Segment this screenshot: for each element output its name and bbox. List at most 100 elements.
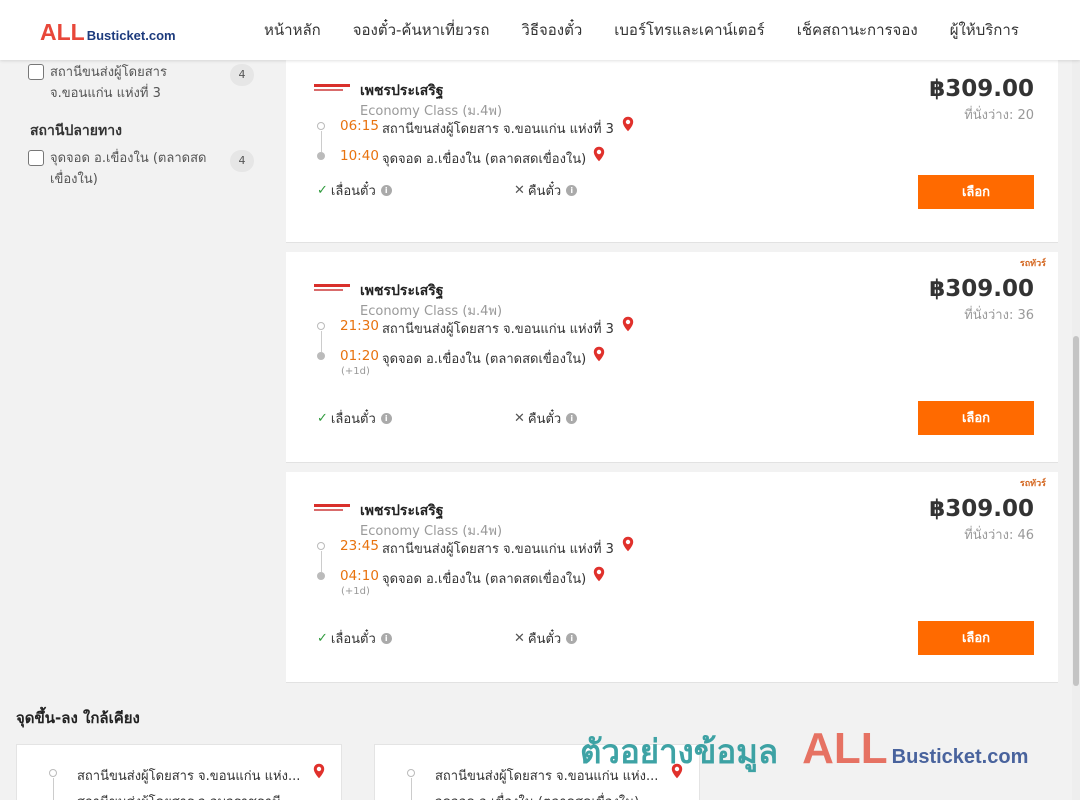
operator-logo (314, 84, 350, 94)
arrive-time: 04:10 (340, 568, 379, 584)
nearby-from: สถานีขนส่งผู้โดยสาร จ.ขอนแก่น แห่ง... (77, 769, 301, 784)
refund-ticket-policy: ✕ คืนตั๋ว i (514, 408, 578, 429)
timeline-end-dot (317, 572, 325, 580)
map-pin-icon[interactable] (622, 316, 634, 332)
trip-price: ฿309.00 (929, 276, 1034, 302)
filter-destination-item[interactable]: จุดจอด อ.เขื่องใน (ตลาดสดเขื่องใน) 4 (28, 148, 254, 190)
nearby-card[interactable]: สถานีขนส่งผู้โดยสาร จ.ขอนแก่น แห่ง... สถ… (16, 744, 342, 800)
nav-check-status[interactable]: เช็คสถานะการจอง (797, 18, 918, 42)
select-trip-button[interactable]: เลือก (918, 175, 1034, 209)
scrollbar-thumb[interactable] (1073, 336, 1079, 686)
site-logo[interactable]: ALL Busticket.com (40, 19, 176, 45)
timeline-line (411, 778, 412, 800)
seats-available: ที่นั่งว่าง: 20 (964, 108, 1034, 123)
watermark-logo-busticket: Busticket.com (891, 746, 1029, 768)
origin-checkbox[interactable] (28, 64, 44, 80)
change-ticket-label: เลื่อนตั๋ว (330, 632, 376, 647)
arrive-time: 01:20 (340, 348, 379, 364)
filter-origin-item[interactable]: สถานีขนส่งผู้โดยสาร จ.ขอนแก่น แห่งที่ 3 … (28, 62, 254, 104)
cross-icon: ✕ (514, 631, 525, 646)
timeline-end-dot (317, 152, 325, 160)
cross-icon: ✕ (514, 411, 525, 426)
depart-place: สถานีขนส่งผู้โดยสาร จ.ขอนแก่น แห่งที่ 3 (382, 542, 614, 557)
arrive-time: 10:40 (340, 148, 379, 164)
change-ticket-policy: ✓ เลื่อนตั๋ว i (317, 628, 392, 649)
next-day-label: (+1d) (341, 366, 370, 377)
timeline-line (53, 778, 54, 800)
destination-filter-title: สถานีปลายทาง (30, 123, 122, 139)
check-icon: ✓ (317, 631, 328, 646)
trip-card: เพชรประเสริฐ Economy Class (ม.4พ) รถทัวร์฿… (286, 472, 1058, 683)
trip-price: ฿309.00 (929, 76, 1034, 102)
refund-ticket-label: คืนตั๋ว (527, 184, 562, 199)
timeline-line (321, 551, 322, 572)
nav-book-search[interactable]: จองตั๋ว-ค้นหาเที่ยวรถ (353, 18, 490, 42)
map-pin-icon[interactable] (313, 763, 325, 779)
logo-busticket: Busticket.com (86, 28, 176, 43)
timeline-start-dot (49, 769, 57, 777)
destination-filter-label: จุดจอด อ.เขื่องใน (ตลาดสดเขื่องใน) (50, 151, 207, 187)
main-nav: หน้าหลัก จองตั๋ว-ค้นหาเที่ยวรถ วิธีจองตั… (248, 0, 1035, 60)
vip-tag: รถทัวร์ (1019, 479, 1046, 489)
timeline-end-dot (317, 352, 325, 360)
arrive-place: จุดจอด อ.เขื่องใน (ตลาดสดเขื่องใน) (382, 352, 587, 367)
nav-providers[interactable]: ผู้ให้บริการ (950, 18, 1019, 42)
change-ticket-policy: ✓ เลื่อนตั๋ว i (317, 180, 392, 201)
depart-time: 21:30 (340, 318, 379, 334)
nearby-title: จุดขึ้น-ลง ใกล้เคียง (16, 709, 140, 727)
seats-available: ที่นั่งว่าง: 36 (964, 308, 1034, 323)
info-icon[interactable]: i (566, 185, 578, 196)
timeline-line (321, 331, 322, 352)
watermark-logo-all: ALL (802, 724, 888, 773)
info-icon[interactable]: i (566, 633, 578, 644)
check-icon: ✓ (317, 183, 328, 198)
timeline-line (321, 131, 322, 152)
depart-time: 23:45 (340, 538, 379, 554)
nav-home[interactable]: หน้าหลัก (264, 18, 321, 42)
trip-price: ฿309.00 (929, 496, 1034, 522)
change-ticket-label: เลื่อนตั๋ว (330, 184, 376, 199)
trip-card: เพชรประเสริฐ Economy Class (ม.4พ) รถทัวร์฿… (286, 252, 1058, 463)
top-header: ALL Busticket.com หน้าหลัก จองตั๋ว-ค้นหา… (0, 0, 1080, 60)
change-ticket-label: เลื่อนตั๋ว (330, 412, 376, 427)
arrive-place: จุดจอด อ.เขื่องใน (ตลาดสดเขื่องใน) (382, 152, 587, 167)
map-pin-icon[interactable] (593, 146, 605, 162)
operator-name: เพชรประเสริฐ (360, 83, 444, 99)
operator-name: เพชรประเสริฐ (360, 283, 444, 299)
nearby-to: จุดจอด อ.เขื่องใน (ตลาดสดเขื่องใน) (435, 791, 639, 800)
refund-ticket-label: คืนตั๋ว (527, 632, 562, 647)
map-pin-icon[interactable] (593, 346, 605, 362)
nearby-to: สถานีขนส่งผู้โดยสาร จ.อุบลราชธานี (77, 791, 281, 800)
nav-phone-counters[interactable]: เบอร์โทรและเคาน์เตอร์ (614, 18, 764, 42)
operator-logo (314, 504, 350, 514)
timeline-start-dot (317, 122, 325, 130)
check-icon: ✓ (317, 411, 328, 426)
info-icon[interactable]: i (380, 413, 392, 424)
operator-name: เพชรประเสริฐ (360, 503, 444, 519)
info-icon[interactable]: i (380, 185, 392, 196)
refund-ticket-policy: ✕ คืนตั๋ว i (514, 628, 578, 649)
info-icon[interactable]: i (380, 633, 392, 644)
logo-all: ALL (40, 19, 85, 45)
cross-icon: ✕ (514, 183, 525, 198)
timeline-start-dot (317, 322, 325, 330)
map-pin-icon[interactable] (671, 763, 683, 779)
trip-card: เพชรประเสริฐ Economy Class (ม.4พ) ฿309.00 ท… (286, 58, 1058, 243)
timeline-start-dot (407, 769, 415, 777)
nav-how-to-book[interactable]: วิธีจองตั๋ว (521, 18, 582, 42)
select-trip-button[interactable]: เลือก (918, 621, 1034, 655)
map-pin-icon[interactable] (622, 116, 634, 132)
seats-available: ที่นั่งว่าง: 46 (964, 528, 1034, 543)
page-scrollbar[interactable] (1072, 60, 1080, 800)
map-pin-icon[interactable] (593, 566, 605, 582)
map-pin-icon[interactable] (622, 536, 634, 552)
info-icon[interactable]: i (566, 413, 578, 424)
origin-count-badge: 4 (230, 64, 254, 86)
destination-checkbox[interactable] (28, 150, 44, 166)
nearby-card[interactable]: สถานีขนส่งผู้โดยสาร จ.ขอนแก่น แห่ง... จุ… (374, 744, 700, 800)
origin-filter-label: สถานีขนส่งผู้โดยสาร จ.ขอนแก่น แห่งที่ 3 (50, 65, 167, 101)
next-day-label: (+1d) (341, 586, 370, 597)
vip-tag: รถทัวร์ (1019, 259, 1046, 269)
depart-time: 06:15 (340, 118, 379, 134)
select-trip-button[interactable]: เลือก (918, 401, 1034, 435)
